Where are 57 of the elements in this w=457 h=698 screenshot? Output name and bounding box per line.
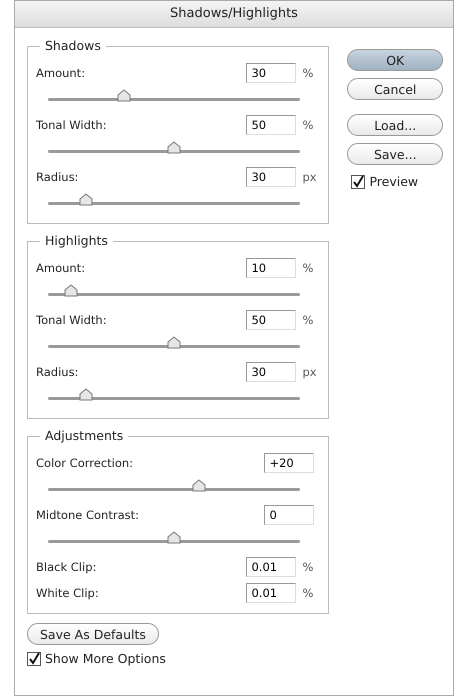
slider-thumb[interactable] — [192, 479, 206, 492]
field-label: Color Correction: — [36, 456, 134, 470]
unit-label: % — [302, 118, 314, 132]
checkbox-icon — [351, 174, 366, 188]
input-field[interactable]: 0.01 — [246, 557, 296, 577]
field-label: Radius: — [36, 365, 80, 379]
checkbox-icon — [27, 652, 41, 666]
field-label: Tonal Width: — [36, 313, 108, 327]
input-field[interactable]: 0.01 — [246, 583, 296, 603]
save-defaults-button[interactable]: Save As Defaults — [27, 623, 159, 645]
slider-thumb[interactable] — [167, 141, 182, 154]
slider-track[interactable] — [48, 388, 300, 402]
group-title: Highlights — [40, 233, 113, 248]
slider-track[interactable] — [48, 193, 300, 207]
input-field[interactable]: 30 — [246, 63, 296, 83]
dialog-button[interactable]: Cancel — [347, 78, 443, 100]
input-field[interactable]: 50 — [246, 115, 296, 135]
slider-track[interactable] — [48, 336, 300, 350]
field-label: Radius: — [36, 170, 80, 184]
unit-label: % — [302, 261, 314, 275]
slider-thumb[interactable] — [167, 336, 182, 349]
slider-thumb[interactable] — [116, 89, 131, 102]
preview-checkbox[interactable]: Preview — [351, 174, 443, 189]
unit-label: % — [302, 560, 314, 574]
field-label: Amount: — [36, 261, 86, 275]
window-title: Shadows/Highlights — [15, 1, 453, 28]
field-label: White Clip: — [36, 586, 100, 600]
unit-label: px — [302, 365, 318, 379]
input-field[interactable]: 10 — [246, 258, 296, 278]
input-field[interactable]: +20 — [264, 453, 314, 473]
input-field[interactable]: 30 — [246, 167, 296, 187]
slider-track[interactable] — [48, 531, 300, 545]
unit-label: % — [302, 66, 314, 80]
dialog-button[interactable]: Load... — [347, 114, 443, 136]
input-field[interactable]: 30 — [246, 362, 296, 382]
slider-track[interactable] — [48, 479, 300, 493]
field-label: Midtone Contrast: — [36, 508, 140, 522]
slider-thumb[interactable] — [64, 284, 78, 297]
slider-track[interactable] — [48, 141, 300, 155]
slider-track[interactable] — [48, 89, 300, 103]
group-title: Adjustments — [40, 428, 128, 443]
dialog-button[interactable]: OK — [347, 49, 443, 71]
slider-thumb[interactable] — [167, 531, 182, 544]
dialog-button[interactable]: Save... — [347, 143, 443, 165]
show-more-checkbox[interactable]: Show More Options — [27, 651, 330, 666]
input-field[interactable]: 50 — [246, 310, 296, 330]
field-label: Tonal Width: — [36, 118, 108, 132]
slider-thumb[interactable] — [78, 388, 93, 401]
field-label: Amount: — [36, 66, 86, 80]
slider-track[interactable] — [48, 284, 300, 298]
slider-thumb[interactable] — [78, 193, 93, 206]
unit-label: % — [302, 313, 314, 327]
input-field[interactable]: 0 — [264, 505, 314, 525]
group-title: Shadows — [40, 38, 106, 53]
field-label: Black Clip: — [36, 560, 98, 574]
unit-label: % — [302, 586, 314, 600]
unit-label: px — [302, 170, 318, 184]
